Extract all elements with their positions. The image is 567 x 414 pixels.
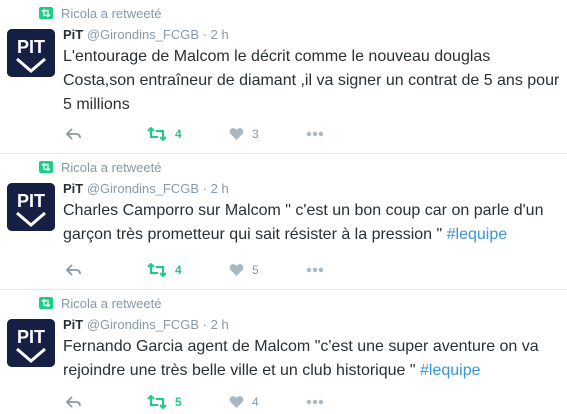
avatar[interactable]: PIT: [7, 29, 55, 77]
reply-icon: [66, 263, 82, 277]
display-name[interactable]: PiT: [63, 181, 83, 196]
reply-button[interactable]: [66, 262, 82, 278]
tweet-item[interactable]: Ricola a retweeté PIT PiT @Girondins_FCG…: [0, 290, 567, 414]
tweet-actions: 4 5: [63, 262, 563, 278]
more-icon: [306, 131, 324, 137]
retweet-icon: [147, 395, 167, 409]
reply-button[interactable]: [66, 394, 82, 410]
separator: ·: [202, 317, 208, 332]
avatar[interactable]: PIT: [7, 183, 55, 231]
like-count: 5: [252, 263, 259, 277]
username[interactable]: @Girondins_FCGB: [87, 27, 199, 42]
reply-icon: [66, 127, 82, 141]
tweet-text: Charles Camporro sur Malcom " c'est un b…: [63, 199, 563, 247]
retweet-context: Ricola a retweeté: [39, 159, 161, 175]
more-icon: [306, 267, 324, 273]
retweet-context: Ricola a retweeté: [39, 5, 161, 21]
tweet-text: L'entourage de Malcom le décrit comme le…: [63, 45, 563, 117]
retweet-button[interactable]: 4: [147, 126, 182, 142]
retweet-count: 4: [175, 127, 182, 141]
hashtag-link[interactable]: #lequipe: [420, 362, 481, 379]
heart-icon: [229, 263, 244, 277]
tweet-item[interactable]: Ricola a retweeté PIT PiT @Girondins_FCG…: [0, 154, 567, 290]
svg-text:PIT: PIT: [17, 191, 45, 211]
username[interactable]: @Girondins_FCGB: [87, 317, 199, 332]
tweet-item[interactable]: Ricola a retweeté PIT PiT @Girondins_FCG…: [0, 0, 567, 154]
retweet-count: 4: [175, 263, 182, 277]
more-button[interactable]: [306, 394, 324, 410]
retweet-button[interactable]: 5: [147, 394, 182, 410]
like-count: 3: [252, 127, 259, 141]
tweet-actions: 4 3: [63, 126, 563, 142]
like-button[interactable]: 3: [229, 126, 259, 142]
retweet-context-label: Ricola a retweeté: [61, 295, 162, 311]
retweet-button[interactable]: 4: [147, 262, 182, 278]
heart-icon: [229, 127, 244, 141]
tweet-text-body: L'entourage de Malcom le décrit comme le…: [63, 48, 560, 113]
tweet-header: PiT @Girondins_FCGB · 2 h: [63, 181, 229, 196]
display-name[interactable]: PiT: [63, 317, 83, 332]
separator: ·: [202, 181, 208, 196]
display-name[interactable]: PiT: [63, 27, 83, 42]
username[interactable]: @Girondins_FCGB: [87, 181, 199, 196]
svg-text:PIT: PIT: [17, 327, 45, 347]
retweet-count: 5: [175, 395, 182, 409]
like-button[interactable]: 4: [229, 394, 259, 410]
timestamp[interactable]: 2 h: [211, 27, 229, 42]
tweet-text: Fernando Garcia agent de Malcom "c'est u…: [63, 335, 563, 383]
retweet-icon: [39, 297, 53, 309]
retweet-context: Ricola a retweeté: [39, 295, 161, 311]
reply-button[interactable]: [66, 126, 82, 142]
tweet-actions: 5 4: [63, 394, 563, 410]
tweet-header: PiT @Girondins_FCGB · 2 h: [63, 27, 229, 42]
avatar[interactable]: PIT: [7, 319, 55, 367]
retweet-icon: [147, 263, 167, 277]
like-button[interactable]: 5: [229, 262, 259, 278]
retweet-icon: [39, 7, 53, 19]
retweet-icon: [39, 161, 53, 173]
svg-text:PIT: PIT: [17, 37, 45, 57]
hashtag-link[interactable]: #lequipe: [447, 226, 508, 243]
retweet-context-label: Ricola a retweeté: [61, 159, 162, 175]
heart-icon: [229, 395, 244, 409]
timestamp[interactable]: 2 h: [211, 181, 229, 196]
more-icon: [306, 399, 324, 405]
timestamp[interactable]: 2 h: [211, 317, 229, 332]
like-count: 4: [252, 395, 259, 409]
retweet-icon: [147, 127, 167, 141]
more-button[interactable]: [306, 126, 324, 142]
tweet-header: PiT @Girondins_FCGB · 2 h: [63, 317, 229, 332]
more-button[interactable]: [306, 262, 324, 278]
retweet-context-label: Ricola a retweeté: [61, 5, 162, 21]
reply-icon: [66, 395, 82, 409]
separator: ·: [202, 27, 208, 42]
